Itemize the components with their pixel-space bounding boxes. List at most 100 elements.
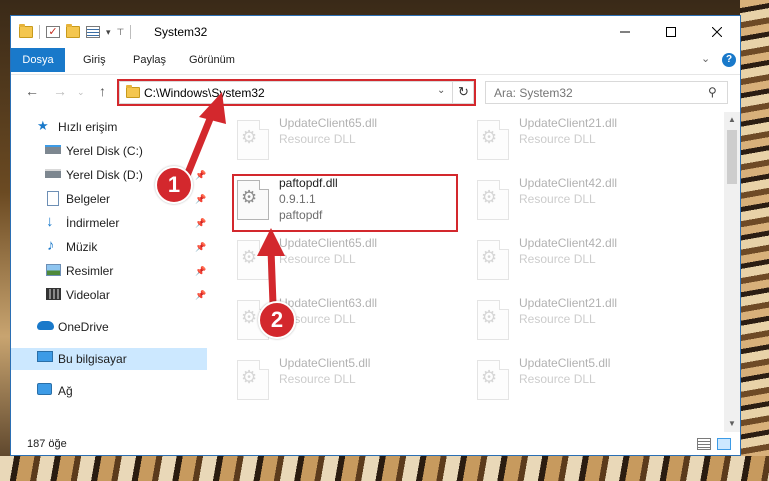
nav-item-network[interactable]: Ağ [11, 380, 207, 402]
cloud-icon [37, 321, 54, 330]
pin-icon[interactable]: 📌 [195, 290, 206, 301]
nav-item-label: Hızlı erişim [58, 120, 118, 134]
gear-icon: ⚙ [241, 307, 258, 327]
nav-item-downloads[interactable]: ↓ İndirmeler 📌 [11, 212, 207, 234]
videos-icon [46, 288, 61, 300]
file-name: UpdateClient21.dll [519, 116, 618, 130]
help-icon[interactable]: ? [722, 53, 736, 67]
file-name: UpdateClient42.dll [519, 176, 618, 190]
file-explorer-window: ✓ ▾ ⊤ System32 Dosya Giriş Paylaş Görünü… [10, 15, 741, 456]
chevron-down-icon[interactable]: ▾ [106, 27, 111, 38]
back-arrow-icon[interactable]: ← [25, 83, 39, 99]
properties-check-icon[interactable]: ✓ [46, 26, 60, 38]
nav-item-label: Müzik [66, 240, 98, 254]
file-item[interactable]: ⚙ UpdateClient5.dll Resource DLL [473, 354, 693, 406]
nav-item-label: Yerel Disk (C:) [66, 144, 143, 158]
nav-item-quick-access[interactable]: ★ Hızlı erişim [11, 116, 207, 138]
file-description: Resource DLL [519, 252, 596, 266]
pin-icon[interactable]: 📌 [195, 170, 206, 181]
nav-item-pictures[interactable]: Resimler 📌 [11, 260, 207, 282]
close-icon [712, 27, 722, 37]
address-highlight-box [117, 79, 476, 106]
nav-item-this-pc[interactable]: Bu bilgisayar [11, 348, 207, 370]
documents-icon [47, 191, 59, 206]
nav-item-label: Belgeler [66, 192, 111, 206]
file-description: Resource DLL [519, 372, 596, 386]
scroll-down-icon[interactable]: ▼ [724, 416, 740, 432]
nav-item-onedrive[interactable]: OneDrive [11, 316, 207, 338]
maximize-button[interactable] [648, 16, 694, 48]
file-highlight-box [232, 174, 458, 232]
gear-icon: ⚙ [481, 247, 498, 267]
navigation-pane: ★ Hızlı erişim Yerel Disk (C:) Yerel Dis… [11, 112, 207, 432]
file-list: ⚙ UpdateClient65.dll Resource DLL ⚙ Upda… [208, 112, 724, 432]
search-box[interactable]: ⚲ [485, 81, 728, 104]
gear-icon: ⚙ [241, 367, 258, 387]
drive-icon [45, 145, 61, 154]
file-item[interactable]: ⚙ UpdateClient42.dll Resource DLL [473, 234, 693, 286]
large-icons-view-icon[interactable] [717, 438, 731, 450]
file-description: Resource DLL [279, 372, 356, 386]
expand-ribbon-chevron-icon[interactable]: ⌄ [701, 52, 710, 65]
star-icon: ★ [37, 118, 49, 133]
customize-toolbar-icon[interactable]: ⊤ [117, 27, 125, 38]
nav-item-label: Bu bilgisayar [58, 352, 127, 366]
file-name: UpdateClient63.dll [279, 296, 378, 310]
pin-icon[interactable]: 📌 [195, 242, 206, 253]
gear-icon: ⚙ [481, 187, 498, 207]
file-item[interactable]: ⚙ UpdateClient5.dll Resource DLL [233, 354, 453, 406]
nav-item-videos[interactable]: Videolar 📌 [11, 284, 207, 306]
file-item[interactable]: ⚙ UpdateClient21.dll Resource DLL [473, 114, 693, 166]
file-name: UpdateClient42.dll [519, 236, 618, 250]
vertical-scrollbar[interactable]: ▲ ▼ [724, 112, 740, 432]
toolbar-divider [39, 25, 40, 39]
pin-icon[interactable]: 📌 [195, 218, 206, 229]
tab-file[interactable]: Dosya [11, 48, 65, 72]
nav-item-label: Yerel Disk (D:) [66, 168, 143, 182]
nav-item-label: Ağ [58, 384, 73, 398]
pin-icon[interactable]: 📌 [195, 194, 206, 205]
file-description: Resource DLL [519, 312, 596, 326]
search-input[interactable] [486, 82, 701, 103]
nav-item-label: İndirmeler [66, 216, 120, 230]
title-bar: ✓ ▾ ⊤ System32 [11, 16, 740, 48]
step-badge-1: 1 [155, 166, 193, 204]
new-folder-icon[interactable] [66, 24, 80, 38]
details-view-icon[interactable] [697, 438, 711, 450]
toolbar-divider [130, 25, 132, 39]
file-name: UpdateClient5.dll [279, 356, 371, 370]
step-badge-2: 2 [258, 301, 296, 339]
scrollbar-thumb[interactable] [727, 130, 737, 184]
nav-item-music[interactable]: ♪ Müzik 📌 [11, 236, 207, 258]
music-icon: ♪ [47, 237, 55, 254]
drive-icon [45, 169, 61, 178]
file-item[interactable]: ⚙ UpdateClient65.dll Resource DLL [233, 234, 453, 286]
properties-icon[interactable] [86, 26, 100, 38]
up-arrow-icon[interactable]: ↑ [99, 83, 106, 99]
forward-arrow-icon[interactable]: → [53, 83, 67, 99]
tab-share[interactable]: Paylaş [123, 48, 176, 72]
recent-locations-chevron-icon[interactable]: ⌄ [77, 87, 85, 98]
nav-item-local-disk-c[interactable]: Yerel Disk (C:) [11, 140, 207, 162]
tab-view[interactable]: Görünüm [179, 48, 245, 72]
scroll-up-icon[interactable]: ▲ [724, 112, 740, 128]
file-name: UpdateClient5.dll [519, 356, 611, 370]
search-icon[interactable]: ⚲ [708, 85, 717, 99]
file-item[interactable]: ⚙ UpdateClient21.dll Resource DLL [473, 294, 693, 346]
file-description: Resource DLL [519, 132, 596, 146]
tab-home[interactable]: Giriş [73, 48, 116, 72]
gear-icon: ⚙ [481, 127, 498, 147]
minimize-button[interactable] [602, 16, 648, 48]
folder-icon[interactable] [19, 24, 33, 38]
file-item[interactable]: ⚙ UpdateClient42.dll Resource DLL [473, 174, 693, 226]
close-button[interactable] [694, 16, 740, 48]
gear-icon: ⚙ [481, 367, 498, 387]
network-icon [37, 383, 52, 395]
address-bar-row: ← → ⌄ ↑ C:\Windows\System32 ⌄ ↻ ⚲ [11, 74, 740, 108]
file-description: Resource DLL [279, 252, 356, 266]
gear-icon: ⚙ [241, 127, 258, 147]
pin-icon[interactable]: 📌 [195, 266, 206, 277]
computer-icon [37, 351, 53, 362]
file-item[interactable]: ⚙ UpdateClient65.dll Resource DLL [233, 114, 453, 166]
item-count: 187 öğe [27, 438, 67, 450]
